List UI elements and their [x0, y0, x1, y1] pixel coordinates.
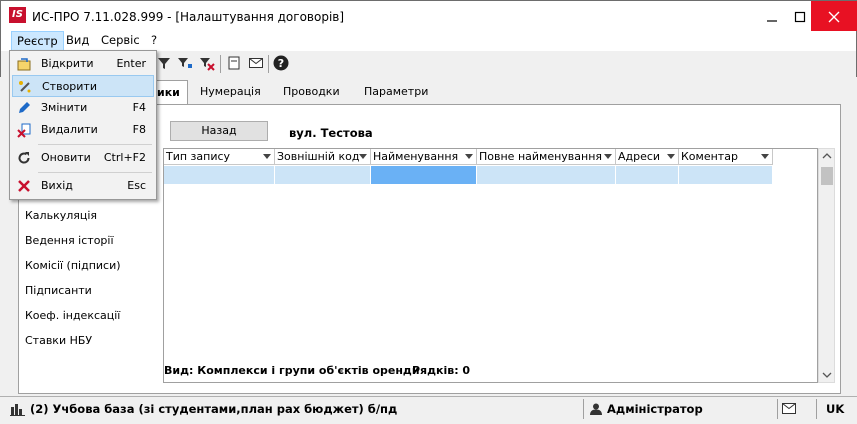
- menu-item-exit[interactable]: Вихід Esc: [12, 175, 154, 197]
- registry-dropdown-menu: Відкрити Enter Створити Змінити F4 Видал…: [9, 50, 157, 200]
- title-bar: IS ИС-ПРО 7.11.028.999 - [Налаштування д…: [0, 0, 857, 32]
- create-icon: [19, 81, 31, 93]
- sidebar-item-signers[interactable]: Підписанти: [25, 284, 92, 297]
- menu-item-refresh[interactable]: Оновити Ctrl+F2: [12, 147, 154, 169]
- document-icon[interactable]: [226, 55, 242, 71]
- toolbar-separator: [220, 55, 221, 73]
- menu-separator: [38, 144, 152, 145]
- help-icon[interactable]: ?: [273, 55, 289, 71]
- back-button[interactable]: Назад: [170, 121, 268, 141]
- status-bar: (2) Учбова база (зі студентами,план рах …: [0, 396, 857, 420]
- tab-postings[interactable]: Проводки: [277, 80, 346, 104]
- view-info: Вид: Комплекси і групи об'єктів оренди: [164, 364, 420, 377]
- menu-registry[interactable]: Реєстр: [11, 31, 64, 51]
- table-cell[interactable]: [679, 166, 773, 184]
- chevron-down-icon[interactable]: [604, 154, 612, 159]
- column-header-full-name[interactable]: Повне найменування: [477, 149, 616, 165]
- edit-icon: [19, 102, 30, 113]
- table-cell[interactable]: [477, 166, 616, 184]
- menu-item-shortcut: Ctrl+F2: [103, 151, 146, 164]
- user-icon: [590, 403, 602, 415]
- sidebar-item-commissions[interactable]: Комісії (підписи): [25, 259, 121, 272]
- menu-item-label: Оновити: [41, 151, 91, 164]
- language-indicator[interactable]: UK: [826, 399, 844, 419]
- menu-help[interactable]: ?: [146, 31, 162, 51]
- vertical-scrollbar[interactable]: [818, 148, 835, 383]
- column-header-comment[interactable]: Коментар: [679, 149, 773, 165]
- maximize-icon: [794, 11, 806, 22]
- tab-parameters[interactable]: Параметри: [358, 80, 434, 104]
- column-header-external-code[interactable]: Зовнішній код: [275, 149, 371, 165]
- minimize-icon: [767, 19, 777, 22]
- open-icon: [17, 58, 31, 71]
- menu-item-shortcut: F8: [132, 123, 146, 136]
- menu-separator: [38, 172, 152, 173]
- sidebar-item-calculation[interactable]: Калькуляція: [25, 209, 97, 222]
- data-grid[interactable]: Тип запису Зовнішній код Найменування По…: [163, 148, 818, 383]
- user-label: Адміністратор: [607, 402, 703, 416]
- menu-item-open[interactable]: Відкрити Enter: [12, 53, 154, 75]
- table-cell[interactable]: [616, 166, 679, 184]
- delete-icon: [17, 123, 31, 138]
- table-cell-selected[interactable]: [371, 166, 477, 184]
- toolbar-separator: [268, 55, 269, 73]
- close-icon: [828, 11, 840, 22]
- maximize-button[interactable]: [786, 1, 814, 32]
- minimize-button[interactable]: [758, 1, 786, 32]
- menu-view[interactable]: Вид: [61, 31, 94, 51]
- menu-item-label: Вихід: [41, 179, 73, 192]
- chevron-down-icon[interactable]: [667, 154, 675, 159]
- tab-numbering[interactable]: Нумерація: [194, 80, 267, 104]
- menu-bar: Реєстр Вид Сервіс ?: [0, 31, 857, 51]
- status-separator: [777, 399, 778, 419]
- menu-item-edit[interactable]: Змінити F4: [12, 97, 154, 119]
- scrollbar-thumb[interactable]: [821, 167, 833, 185]
- sidebar-item-indexation[interactable]: Коеф. індексації: [25, 309, 120, 322]
- sidebar-item-nbu-rates[interactable]: Ставки НБУ: [25, 334, 92, 347]
- filter-clear-icon[interactable]: [199, 55, 215, 71]
- scroll-down-icon[interactable]: [822, 371, 832, 379]
- menu-item-shortcut: Esc: [127, 179, 146, 192]
- column-header-record-type[interactable]: Тип запису: [164, 149, 275, 165]
- refresh-icon: [18, 152, 30, 164]
- app-logo: IS: [9, 7, 26, 23]
- database-label: (2) Учбова база (зі студентами,план рах …: [30, 402, 398, 416]
- column-header-addresses[interactable]: Адреси: [616, 149, 679, 165]
- scroll-up-icon[interactable]: [822, 152, 832, 160]
- menu-item-create[interactable]: Створити: [12, 75, 154, 97]
- chevron-down-icon[interactable]: [359, 154, 367, 159]
- window-title: ИС-ПРО 7.11.028.999 - [Налаштування дого…: [32, 10, 345, 24]
- rows-count: Рядків: 0: [412, 364, 471, 377]
- menu-service[interactable]: Сервіс: [96, 31, 145, 51]
- menu-item-label: Створити: [42, 80, 97, 93]
- filter-settings-icon[interactable]: [177, 55, 193, 71]
- menu-item-label: Видалити: [41, 123, 98, 136]
- chevron-down-icon[interactable]: [761, 154, 769, 159]
- mail-icon[interactable]: [782, 403, 796, 414]
- table-cell[interactable]: [275, 166, 371, 184]
- chevron-down-icon[interactable]: [263, 154, 271, 159]
- svg-text:?: ?: [278, 57, 284, 70]
- menu-item-shortcut: Enter: [116, 57, 146, 70]
- menu-item-delete[interactable]: Видалити F8: [12, 119, 154, 141]
- menu-item-shortcut: F4: [132, 101, 146, 114]
- address-label: вул. Тестова: [289, 126, 373, 140]
- chevron-down-icon[interactable]: [465, 154, 473, 159]
- exit-icon: [18, 180, 30, 192]
- mail-icon[interactable]: [248, 55, 264, 71]
- database-icon: [10, 404, 25, 416]
- tab-active-label: ики: [157, 86, 180, 99]
- table-cell[interactable]: [164, 166, 275, 184]
- menu-item-label: Змінити: [41, 101, 88, 114]
- column-header-name[interactable]: Найменування: [371, 149, 477, 165]
- close-button[interactable]: [811, 1, 857, 32]
- status-separator: [816, 399, 817, 419]
- menu-item-label: Відкрити: [41, 57, 94, 70]
- filter-icon[interactable]: [156, 55, 172, 71]
- sidebar-item-history[interactable]: Ведення історії: [25, 234, 114, 247]
- status-separator: [583, 399, 584, 419]
